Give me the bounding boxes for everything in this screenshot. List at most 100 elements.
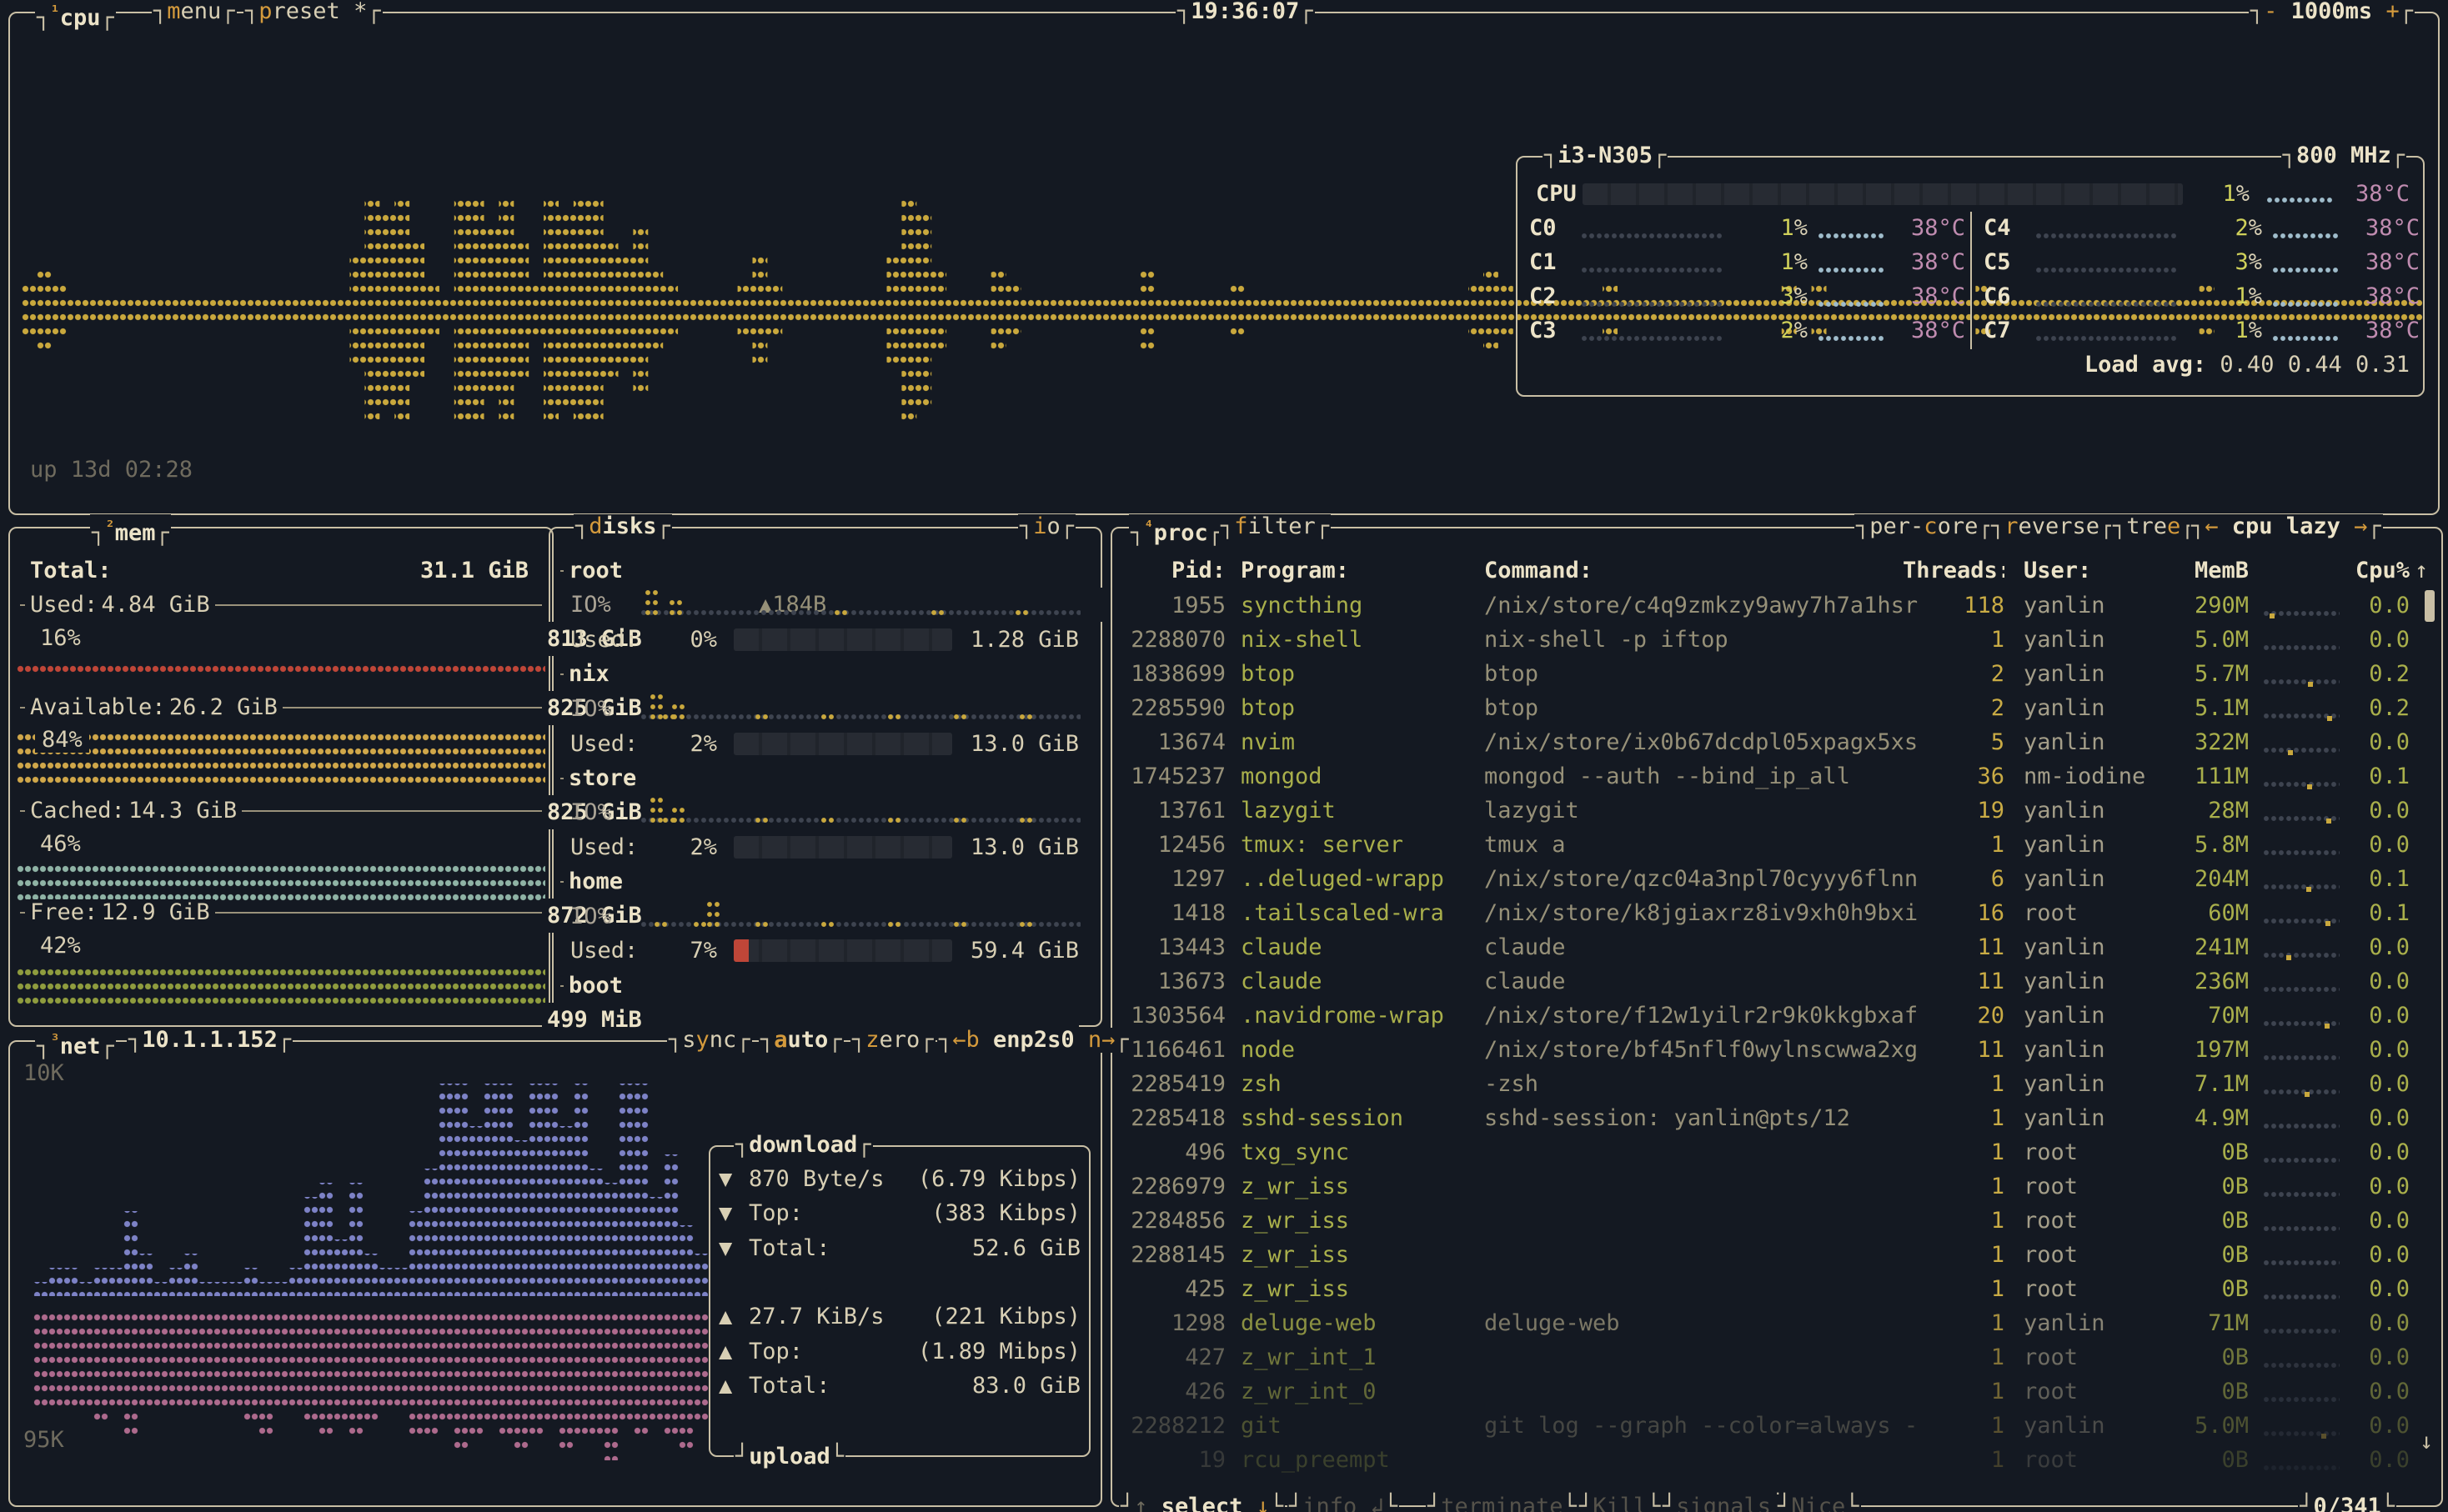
process-row[interactable]: 496txg_sync1root0B0.0	[1119, 1135, 2435, 1169]
tree-toggle[interactable]: tree	[2111, 514, 2196, 539]
signals-button[interactable]: signals	[1661, 1494, 1786, 1512]
process-row[interactable]: 13674nvim/nix/store/ix0b67dcdpl05xpagx5x…	[1119, 725, 2435, 759]
process-row[interactable]: 1745237mongodmongod --auth --bind_ip_all…	[1119, 759, 2435, 794]
net-auto-button[interactable]: auto	[759, 1028, 844, 1053]
process-program: rcu_preempt	[1241, 1443, 1390, 1477]
process-row[interactable]: 1955syncthing/nix/store/c4q9zmkzy9awy7h7…	[1119, 588, 2435, 623]
core-label: C4	[1984, 211, 2011, 245]
process-row[interactable]: 2288145z_wr_iss1root0B0.0	[1119, 1238, 2435, 1272]
disk-used-percent: 2%	[655, 727, 717, 761]
cpu-panel-title[interactable]: ¹cpu	[35, 0, 116, 31]
process-program: claude	[1241, 930, 1322, 964]
disk-used-row-nix: Used:2%13.0 GiB	[557, 727, 1094, 761]
process-pid: 1418	[1119, 896, 1226, 930]
io-burst	[654, 919, 669, 929]
core-row-c5: C53%38°C	[1979, 245, 2425, 279]
kill-button[interactable]: Kill	[1578, 1494, 1663, 1512]
process-row[interactable]: 425z_wr_iss1root0B0.0	[1119, 1272, 2435, 1306]
terminate-button[interactable]: terminate	[1426, 1494, 1578, 1512]
panel-number-3: ³	[50, 1031, 59, 1049]
core-temp: 38°C	[2336, 211, 2420, 245]
process-panel-title[interactable]: ⁴proc	[1129, 514, 1223, 546]
disk-io-row-nix: IO%	[557, 692, 1094, 726]
core-usage-graph	[2035, 299, 2177, 309]
preset-button[interactable]: preset *	[243, 0, 383, 24]
network-panel-title[interactable]: ³net	[35, 1028, 116, 1059]
process-row[interactable]: 19rcu_preempt1root0B0.0	[1119, 1443, 2435, 1477]
prev-interface-button[interactable]: ←b	[952, 1027, 980, 1053]
process-row[interactable]: 1166461node/nix/store/bf45nflf0wylnscwwa…	[1119, 1033, 2435, 1067]
process-row[interactable]: 2285590btopbtop2yanlin5.1M0.2	[1119, 691, 2435, 725]
scroll-down-icon[interactable]: ↓	[2420, 1429, 2433, 1454]
process-program: syncthing	[1241, 588, 1362, 623]
net-zero-button[interactable]: zero	[850, 1028, 936, 1053]
process-row[interactable]: 1303564.navidrome-wrap/nix/store/f12w1yi…	[1119, 999, 2435, 1033]
process-cpu-minigraph	[2263, 1292, 2340, 1304]
process-mem: 290M	[2157, 588, 2249, 623]
panel-number-1: ¹	[50, 3, 59, 21]
io-burst	[820, 815, 835, 825]
next-interface-button[interactable]: n→	[1088, 1027, 1116, 1053]
process-pid: 13673	[1119, 964, 1226, 999]
column-header-pid[interactable]: Pid:	[1119, 553, 1226, 588]
process-row[interactable]: 2288070nix-shellnix-shell -p iftop1yanli…	[1119, 623, 2435, 657]
sort-prev-button[interactable]: ←	[2205, 513, 2218, 539]
process-cpu: 0.0	[2341, 623, 2410, 657]
column-header-program[interactable]: Program:	[1241, 553, 1349, 588]
process-row[interactable]: 2286979z_wr_iss1root0B0.0	[1119, 1169, 2435, 1204]
info-button[interactable]: info ↲	[1287, 1494, 1399, 1512]
process-row[interactable]: 1418.tailscaled-wra/nix/store/k8jgiaxrz8…	[1119, 896, 2435, 930]
process-mem: 7.1M	[2157, 1067, 2249, 1101]
core-row-c4: C42%38°C	[1979, 211, 2425, 245]
process-row[interactable]: 1838699btopbtop2yanlin5.7M0.2	[1119, 657, 2435, 691]
column-header-cpu[interactable]: Cpu%	[2305, 553, 2410, 588]
reverse-toggle[interactable]: reverse	[1989, 514, 2114, 539]
process-row[interactable]: 2285419zsh-zsh1yanlin7.1M0.0	[1119, 1067, 2435, 1101]
mem-free-graph	[17, 965, 545, 1011]
select-down-icon[interactable]: ↓	[1257, 1494, 1270, 1512]
process-threads: 1	[1903, 1443, 2004, 1477]
net-sync-button[interactable]: sync	[667, 1028, 752, 1053]
disks-io-mode-button[interactable]: io	[1018, 514, 1076, 539]
panel-number-2: ²	[105, 518, 114, 536]
sort-next-button[interactable]: →	[2354, 513, 2367, 539]
download-speed: 870 Byte/s	[749, 1162, 885, 1196]
memory-panel-title[interactable]: ²mem	[90, 514, 171, 546]
per-core-toggle[interactable]: per-core	[1854, 514, 1994, 539]
column-header-command[interactable]: Command:	[1484, 553, 1593, 588]
process-row[interactable]: 1297..deluged-wrapp/nix/store/qzc04a3npl…	[1119, 862, 2435, 896]
process-row[interactable]: 2288212gitgit log --graph --color=always…	[1119, 1409, 2435, 1443]
process-mem: 28M	[2157, 794, 2249, 828]
process-row[interactable]: 426z_wr_int_01root0B0.0	[1119, 1374, 2435, 1409]
column-header-threads[interactable]: Threads:	[1903, 553, 2004, 588]
process-row[interactable]: 2285418sshd-sessionsshd-session: yanlin@…	[1119, 1101, 2435, 1135]
process-row[interactable]: 1298deluge-webdeluge-web1yanlin71M0.0	[1119, 1306, 2435, 1340]
process-threads: 1	[1903, 1409, 2004, 1443]
process-user: yanlin	[2024, 1101, 2149, 1135]
filter-button[interactable]: filter	[1219, 514, 1331, 539]
column-header-user[interactable]: User:	[2024, 553, 2091, 588]
process-row[interactable]: 13761lazygitlazygit19yanlin28M0.0	[1119, 794, 2435, 828]
nice-button[interactable]: Nice	[1776, 1494, 1861, 1512]
process-user: yanlin	[2024, 1306, 2149, 1340]
disks-panel-title[interactable]: disks	[574, 514, 672, 539]
process-row[interactable]: 12456tmux: servertmux a1yanlin5.8M0.0	[1119, 828, 2435, 862]
column-header-memb[interactable]: MemB	[2157, 553, 2249, 588]
io-burst	[755, 919, 770, 929]
process-threads: 1	[1903, 1340, 2004, 1374]
core-percent: 1%	[1724, 211, 1808, 245]
process-cpu-minigraph	[2263, 1189, 2340, 1201]
menu-button[interactable]: menu	[152, 0, 237, 24]
process-program: btop	[1241, 691, 1295, 725]
process-row[interactable]: 13673claudeclaude11yanlin236M0.0	[1119, 964, 2435, 999]
process-row[interactable]: 427z_wr_int_11root0B0.0	[1119, 1340, 2435, 1374]
disk-name-row-nix: nix825 GiB	[557, 657, 1094, 691]
process-scrollbar-thumb[interactable]	[2425, 590, 2435, 622]
select-up-icon[interactable]: ↑	[1134, 1494, 1147, 1512]
interval-increase-button[interactable]: +	[2385, 0, 2399, 24]
process-row[interactable]: 2284856z_wr_iss1root0B0.0	[1119, 1204, 2435, 1238]
upload-speed-bits: (221 Kibps)	[897, 1299, 1081, 1334]
process-row[interactable]: 13443claudeclaude11yanlin241M0.0	[1119, 930, 2435, 964]
process-mem: 197M	[2157, 1033, 2249, 1067]
interval-decrease-button[interactable]: -	[2264, 0, 2277, 24]
